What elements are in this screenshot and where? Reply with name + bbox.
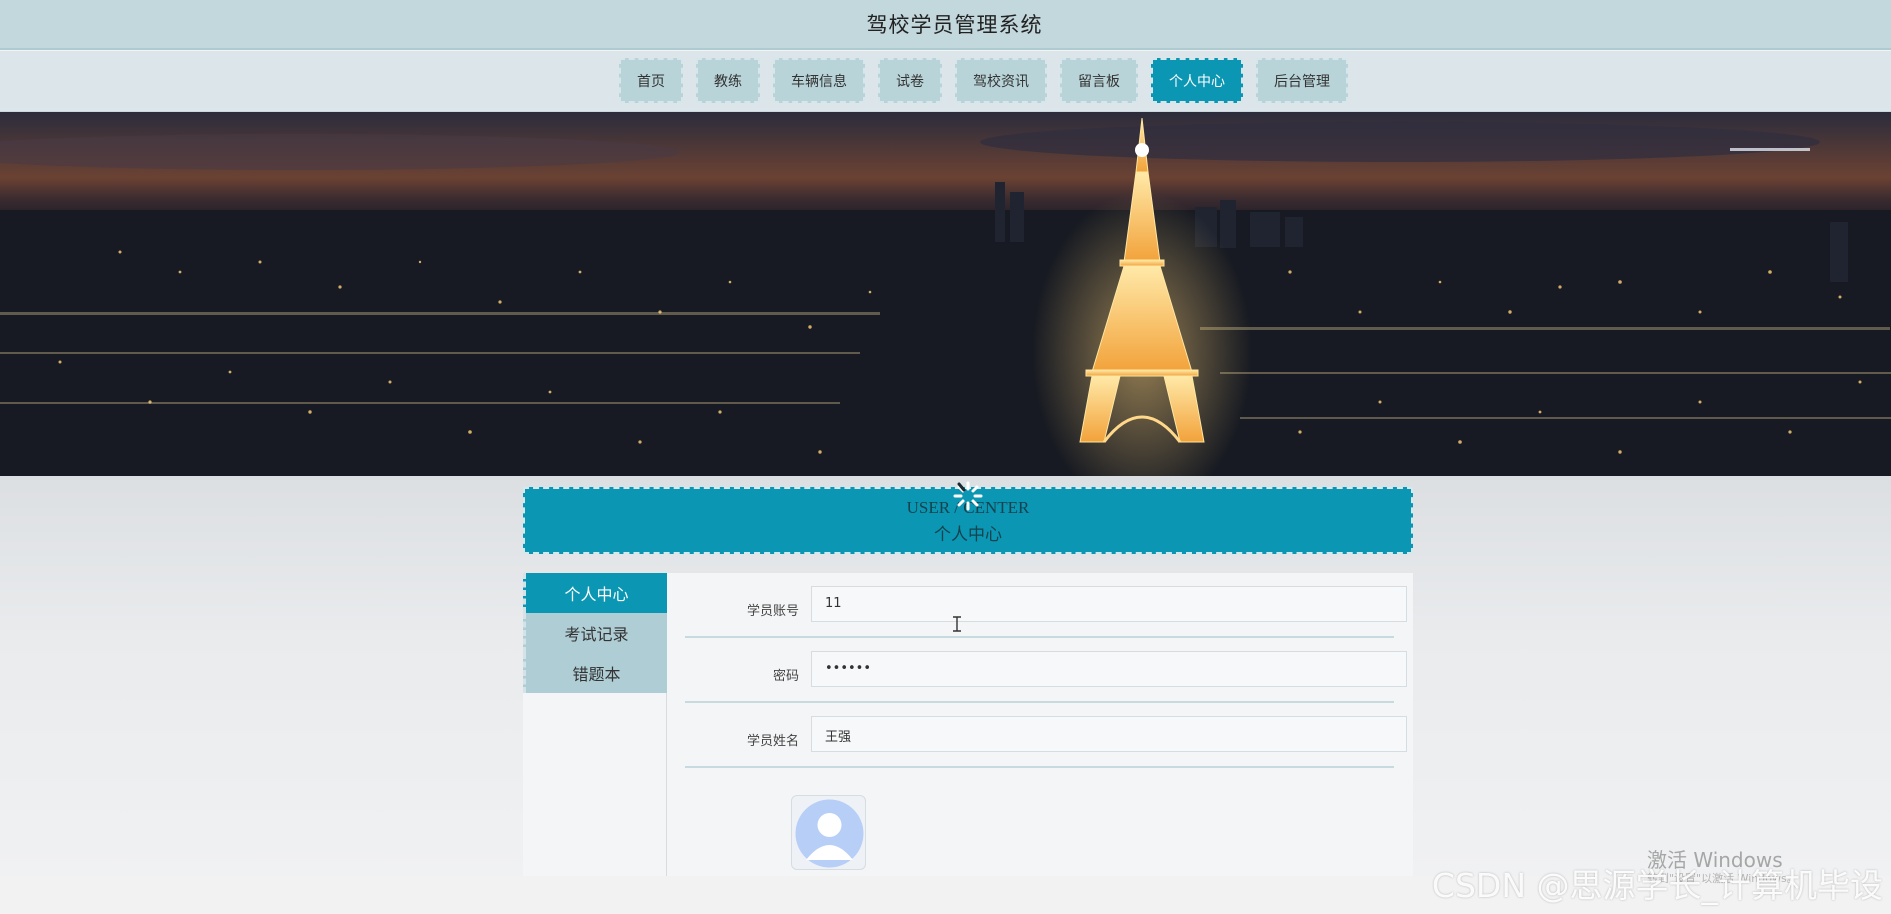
nav-coach[interactable]: 教练 (696, 58, 760, 103)
name-label: 学员姓名 (746, 734, 799, 749)
form-row-name: 学员姓名 王强 (685, 703, 1407, 768)
main-nav: 首页 教练 车辆信息 试卷 驾校资讯 留言板 个人中心 后台管理 (619, 58, 1348, 103)
city-night-illustration (0, 112, 1891, 476)
form-row-account: 学员账号 11 (685, 573, 1407, 638)
password-label: 密码 (772, 669, 799, 684)
nav-message-board[interactable]: 留言板 (1060, 58, 1138, 103)
text-cursor-icon (952, 616, 962, 636)
nav-bar: 首页 教练 车辆信息 试卷 驾校资讯 留言板 个人中心 后台管理 (0, 51, 1891, 112)
loading-spinner-icon (952, 480, 984, 512)
nav-vehicle[interactable]: 车辆信息 (773, 58, 865, 103)
user-center-title-cn: 个人中心 (934, 525, 1002, 545)
nav-user-center[interactable]: 个人中心 (1151, 58, 1243, 103)
nav-admin[interactable]: 后台管理 (1256, 58, 1348, 103)
name-field[interactable]: 王强 (811, 716, 1407, 752)
sidebar-item-exam-records[interactable]: 考试记录 (523, 613, 667, 653)
account-label: 学员账号 (746, 604, 799, 619)
profile-form: 学员账号 11 密码 •••••• 学员姓名 王强 (667, 573, 1413, 877)
site-title: 驾校学员管理系统 (866, 13, 1043, 37)
sidebar-item-profile[interactable]: 个人中心 (523, 573, 667, 613)
account-field[interactable]: 11 (811, 586, 1407, 622)
nav-exam-paper[interactable]: 试卷 (878, 58, 942, 103)
user-avatar-icon[interactable] (791, 795, 866, 870)
password-field[interactable]: •••••• (811, 651, 1407, 687)
banner-image (0, 112, 1891, 476)
user-center-sidebar: 个人中心 考试记录 错题本 (523, 573, 667, 877)
sidebar-item-wrong-questions[interactable]: 错题本 (523, 653, 667, 693)
nav-news[interactable]: 驾校资讯 (955, 58, 1047, 103)
form-row-password: 密码 •••••• (685, 638, 1407, 703)
title-bar: 驾校学员管理系统 (0, 0, 1891, 50)
csdn-watermark: CSDN @思源学长_计算机毕设 (1431, 866, 1883, 905)
nav-home[interactable]: 首页 (619, 58, 683, 103)
